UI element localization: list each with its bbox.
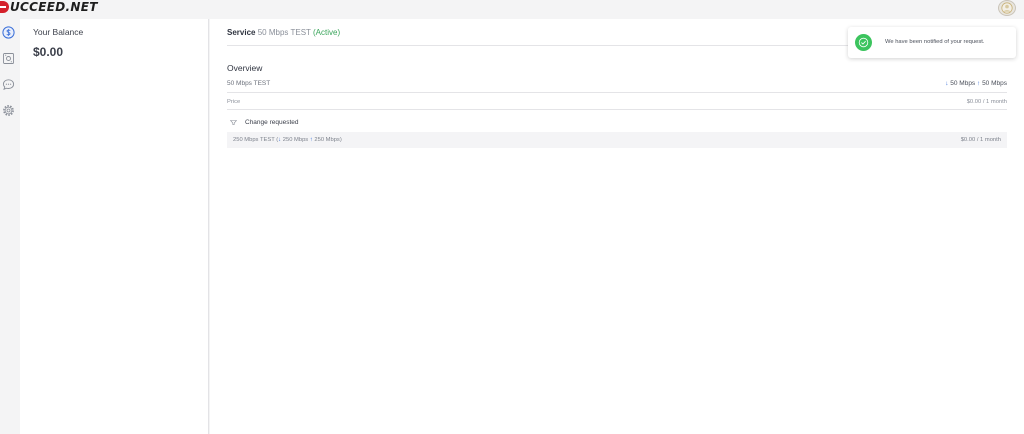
service-status-badge: (Active) bbox=[313, 28, 341, 37]
gear-icon[interactable] bbox=[1, 103, 16, 118]
change-plan-details: 250 Mbps TEST (↓ 250 Mbps ↑ 250 Mbps) bbox=[233, 137, 342, 143]
price-row: Price $0.00 / 1 month bbox=[227, 99, 1007, 109]
change-speed-down: 250 Mbps bbox=[282, 137, 309, 143]
divider bbox=[227, 92, 1007, 93]
change-plan-suffix: ) bbox=[339, 137, 342, 143]
change-plan-prefix: 250 Mbps TEST ( bbox=[233, 137, 279, 143]
service-header: Service 50 Mbps TEST (Active) bbox=[227, 28, 340, 37]
icon-sidebar bbox=[0, 19, 20, 434]
balance-label: Your Balance bbox=[33, 27, 84, 37]
main-content: Service 50 Mbps TEST (Active) Overview 5… bbox=[210, 19, 1024, 434]
price-label: Price bbox=[227, 99, 241, 105]
plan-speed: ↓ 50 Mbps ↑ 50 Mbps bbox=[945, 80, 1007, 87]
download-arrow-icon: ↓ bbox=[945, 80, 949, 87]
plan-speed-up: 50 Mbps bbox=[982, 80, 1007, 87]
change-requested-heading: Change requested bbox=[245, 119, 299, 126]
price-value: $0.00 / 1 month bbox=[966, 99, 1007, 105]
service-name: 50 Mbps TEST bbox=[257, 28, 311, 37]
change-price: $0.00 / 1 month bbox=[960, 137, 1001, 143]
service-label: Service bbox=[227, 28, 256, 37]
upload-arrow-icon: ↑ bbox=[977, 80, 981, 87]
balance-panel: Your Balance $0.00 bbox=[20, 19, 209, 434]
change-requested-toggle[interactable]: Change requested bbox=[227, 119, 299, 126]
plan-name: 50 Mbps TEST bbox=[227, 80, 271, 87]
check-circle-icon bbox=[855, 34, 872, 51]
overview-title: Overview bbox=[227, 63, 263, 73]
dollar-circle-icon[interactable] bbox=[1, 25, 16, 40]
divider bbox=[227, 109, 1007, 110]
toast-notification[interactable]: We have been notified of your request. bbox=[848, 27, 1016, 58]
logo-mark-icon bbox=[0, 1, 9, 13]
upload-arrow-icon: ↑ bbox=[309, 137, 313, 143]
download-arrow-icon: ↓ bbox=[278, 137, 282, 143]
balance-value: $0.00 bbox=[33, 45, 64, 59]
user-avatar-icon[interactable] bbox=[998, 0, 1016, 16]
money-bill-icon[interactable] bbox=[1, 51, 16, 66]
filter-icon bbox=[229, 120, 237, 126]
logo-text: UCCEED.NET bbox=[10, 0, 98, 14]
plan-speed-down: 50 Mbps bbox=[950, 80, 976, 87]
top-bar: UCCEED.NET bbox=[0, 0, 1024, 19]
plan-row: 50 Mbps TEST ↓ 50 Mbps ↑ 50 Mbps bbox=[227, 80, 1007, 92]
change-request-row: 250 Mbps TEST (↓ 250 Mbps ↑ 250 Mbps) $0… bbox=[227, 132, 1007, 148]
brand-logo[interactable]: UCCEED.NET bbox=[0, 0, 98, 14]
toast-message: We have been notified of your request. bbox=[885, 39, 985, 45]
chat-bubble-icon[interactable] bbox=[1, 77, 16, 92]
change-speed-up: 250 Mbps bbox=[314, 137, 340, 143]
